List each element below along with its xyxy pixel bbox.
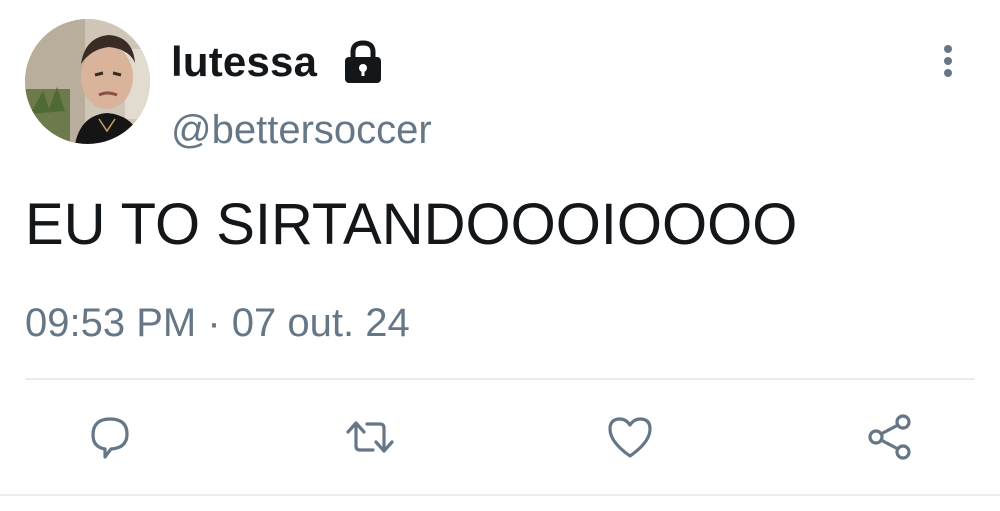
share-button[interactable] [866, 412, 916, 462]
tweet-timestamp[interactable]: 09:53 PM · 07 out. 24 [25, 301, 410, 346]
share-icon [868, 414, 911, 460]
tweet-date: 07 out. 24 [231, 301, 410, 345]
tweet-card: lutessa @bettersoccer EU TO SIRTANDOOOIO… [0, 0, 1000, 511]
bottom-divider [0, 494, 1000, 496]
retweet-icon [346, 421, 394, 453]
meta-separator: · [207, 301, 221, 345]
heart-icon [608, 417, 652, 458]
tweet-text: EU TO SIRTANDOOOIOOOO [25, 192, 798, 257]
more-vertical-icon[interactable] [932, 40, 964, 82]
reply-icon [91, 417, 129, 459]
reply-button[interactable] [84, 412, 134, 462]
avatar[interactable] [25, 19, 150, 144]
divider [25, 378, 975, 380]
like-button[interactable] [605, 412, 655, 462]
tweet-time: 09:53 PM [25, 301, 197, 345]
display-name[interactable]: lutessa [171, 38, 317, 86]
user-handle[interactable]: @bettersoccer [171, 108, 432, 153]
author-row: lutessa [171, 34, 387, 90]
retweet-button[interactable] [345, 412, 395, 462]
lock-icon [339, 38, 387, 86]
